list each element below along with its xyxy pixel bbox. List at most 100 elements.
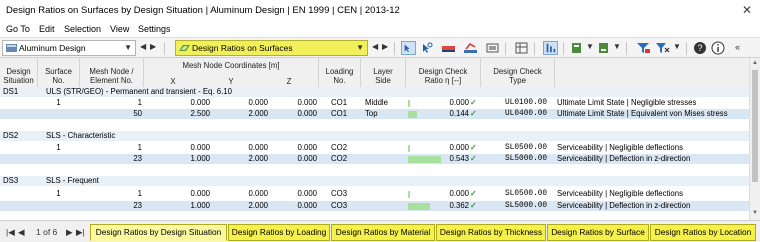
- table-row[interactable]: 23 1.000 2.000 0.000 CO2 0.543 ✓ SL5000.…: [0, 154, 749, 164]
- table-row[interactable]: 1 1 0.000 0.000 0.000 CO1 Middle 0.000 ✓…: [0, 98, 749, 108]
- scrollbar-thumb[interactable]: [752, 70, 758, 182]
- result-prev-button[interactable]: ◀: [372, 42, 378, 51]
- color-bar-icon[interactable]: [463, 41, 478, 55]
- cell-description: Serviceability | Deflection in z-directi…: [557, 201, 691, 210]
- page-indicator: 1 of 6: [36, 227, 58, 237]
- tab-by-design-situation[interactable]: Design Ratios by Design Situation: [90, 224, 227, 241]
- toolbar-divider: [394, 42, 395, 55]
- col-layer-side[interactable]: Layer Side: [361, 67, 405, 85]
- cell-node: 1: [137, 189, 142, 198]
- result-next-button[interactable]: ▶: [382, 42, 388, 51]
- cell-x: 2.500: [190, 109, 210, 118]
- col-loading-no[interactable]: Loading No.: [319, 67, 360, 85]
- export-icon[interactable]: [570, 41, 585, 55]
- ratio-bar: [408, 203, 430, 210]
- tab-by-surface[interactable]: Design Ratios by Surface: [547, 224, 649, 241]
- scroll-up-icon[interactable]: ▲: [752, 60, 758, 66]
- group-ds: DS1: [3, 87, 19, 96]
- group-row[interactable]: DS1 ULS (STR/GEO) - Permanent and transi…: [0, 87, 749, 97]
- overflow-icon[interactable]: «: [735, 42, 740, 52]
- col-check-type[interactable]: Design Check Type: [481, 67, 554, 85]
- menu-selection[interactable]: Selection: [64, 24, 101, 34]
- chevron-down-icon[interactable]: ▼: [586, 42, 594, 51]
- cell-y: 0.000: [248, 98, 268, 107]
- sort-icon[interactable]: [655, 41, 670, 55]
- filter-icon[interactable]: [636, 41, 651, 55]
- group-row[interactable]: DS2 SLS - Characteristic: [0, 131, 749, 141]
- table-row[interactable]: 50 2.500 2.000 0.000 CO1 Top 0.144 ✓ UL0…: [0, 109, 749, 119]
- tab-by-thickness[interactable]: Design Ratios by Thickness: [436, 224, 546, 241]
- vertical-scrollbar[interactable]: ▲ ▼: [749, 58, 760, 220]
- cell-type: SL5000.00: [505, 202, 548, 210]
- info-icon[interactable]: [711, 41, 726, 55]
- check-icon: ✓: [470, 143, 477, 152]
- prev-page-button[interactable]: ◀: [18, 227, 25, 238]
- cell-side: Top: [365, 109, 378, 118]
- chevron-down-icon[interactable]: ▼: [613, 42, 621, 51]
- menu-view[interactable]: View: [110, 24, 129, 34]
- cell-description: Ultimate Limit State | Equivalent von Mi…: [557, 109, 728, 118]
- cell-x: 0.000: [190, 189, 210, 198]
- module-next-button[interactable]: ▶: [150, 42, 156, 51]
- result-select[interactable]: Design Ratios on Surfaces ▼: [175, 40, 368, 56]
- col-z[interactable]: Z: [260, 77, 318, 86]
- tab-by-location[interactable]: Design Ratios by Location: [650, 224, 756, 241]
- scroll-down-icon[interactable]: ▼: [752, 210, 758, 216]
- cell-z: 0.000: [297, 154, 317, 163]
- result-scale-icon[interactable]: [441, 41, 456, 55]
- cell-type: SL0500.00: [505, 190, 548, 198]
- cell-surface: 1: [56, 189, 61, 198]
- cell-x: 0.000: [190, 143, 210, 152]
- group-row[interactable]: DS3 SLS - Frequent: [0, 176, 749, 186]
- table-layout-icon[interactable]: [514, 41, 529, 55]
- column-view-icon[interactable]: [543, 41, 558, 55]
- group-ds: DS3: [3, 176, 19, 185]
- help-icon[interactable]: ?: [693, 41, 708, 55]
- col-ratio[interactable]: Design Check Ratio η [--]: [406, 67, 480, 85]
- table-row[interactable]: 23 1.000 2.000 0.000 CO3 0.362 ✓ SL5000.…: [0, 201, 749, 211]
- module-select-label: Aluminum Design: [19, 43, 86, 53]
- menu-bar: Go To Edit Selection View Settings: [0, 21, 760, 37]
- col-coords-group: Mesh Node Coordinates [m]: [182, 61, 280, 70]
- tab-by-material[interactable]: Design Ratios by Material: [331, 224, 435, 241]
- cell-x: 0.000: [190, 98, 210, 107]
- menu-edit[interactable]: Edit: [39, 24, 55, 34]
- col-mesh-node[interactable]: Mesh Node / Element No.: [80, 67, 143, 85]
- module-prev-button[interactable]: ◀: [140, 42, 146, 51]
- toolbar: Aluminum Design ▼ ◀ ▶ Design Ratios on S…: [0, 37, 760, 58]
- col-y[interactable]: Y: [202, 77, 260, 86]
- menu-goto[interactable]: Go To: [6, 24, 30, 34]
- close-icon[interactable]: ✕: [742, 3, 752, 17]
- col-x[interactable]: X: [144, 77, 202, 86]
- select-icon[interactable]: [401, 41, 416, 55]
- col-design-situation[interactable]: Design Situation: [0, 67, 37, 85]
- spacer-row: [0, 120, 749, 130]
- table-row[interactable]: 1 1 0.000 0.000 0.000 CO2 0.000 ✓ SL0500…: [0, 143, 749, 153]
- col-surface-no[interactable]: Surface No.: [38, 67, 79, 85]
- cell-node: 23: [133, 154, 142, 163]
- group-ds: DS2: [3, 131, 19, 140]
- tab-by-loading[interactable]: Design Ratios by Loading: [228, 224, 330, 241]
- cell-z: 0.000: [297, 98, 317, 107]
- cell-side: Middle: [365, 98, 388, 107]
- svg-text:?: ?: [697, 43, 702, 53]
- import-icon[interactable]: [597, 41, 612, 55]
- last-page-button[interactable]: ▶|: [76, 227, 85, 238]
- module-select[interactable]: Aluminum Design ▼: [2, 40, 136, 56]
- cell-description: Ultimate Limit State | Negligible stress…: [557, 98, 697, 107]
- toolbar-divider: [534, 42, 535, 55]
- aluminum-design-icon: [6, 44, 17, 52]
- cell-description: Serviceability | Negligible deflections: [557, 143, 683, 152]
- cell-y: 0.000: [248, 189, 268, 198]
- results-table: Design Situation Surface No. Mesh Node /…: [0, 58, 749, 220]
- first-page-button[interactable]: |◀: [6, 227, 15, 238]
- next-page-button[interactable]: ▶: [66, 227, 73, 238]
- chevron-down-icon[interactable]: ▼: [673, 42, 681, 51]
- check-icon: ✓: [470, 98, 477, 107]
- pick-icon[interactable]: [419, 41, 434, 55]
- visibility-icon[interactable]: [485, 41, 500, 55]
- table-row[interactable]: 1 1 0.000 0.000 0.000 CO3 0.000 ✓ SL0500…: [0, 189, 749, 199]
- toolbar-divider: [505, 42, 506, 55]
- cell-type: UL0400.00: [505, 110, 548, 118]
- menu-settings[interactable]: Settings: [138, 24, 171, 34]
